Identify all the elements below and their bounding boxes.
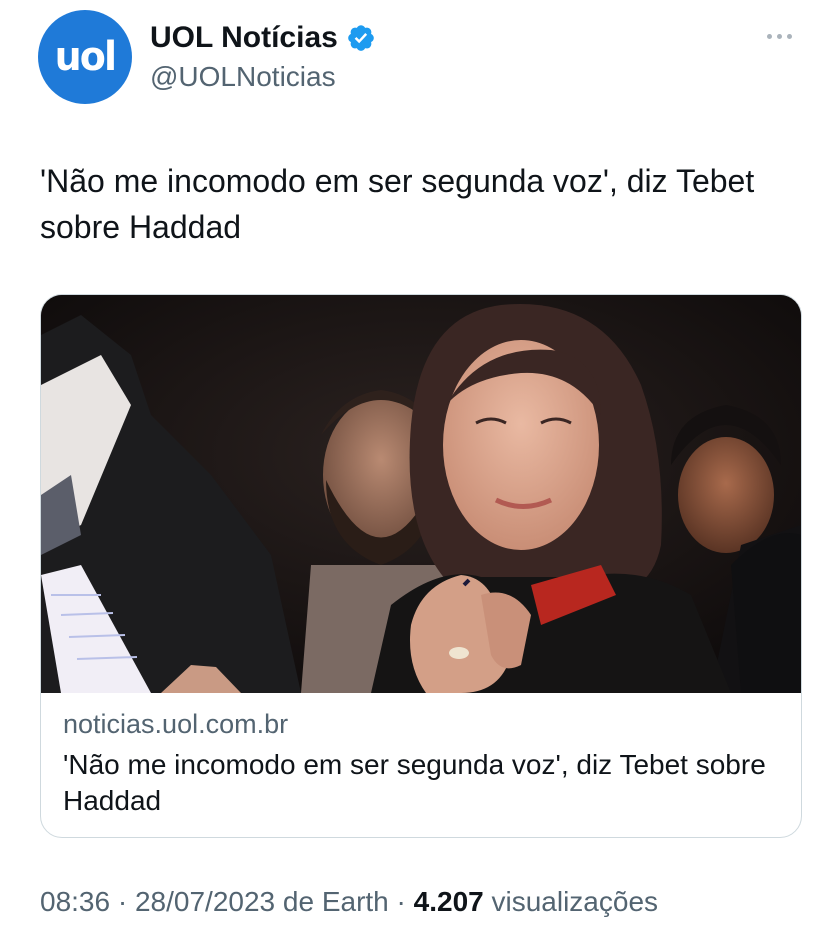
dot — [766, 33, 772, 39]
card-title: 'Não me incomodo em ser segunda voz', di… — [63, 749, 766, 816]
card-image[interactable] — [41, 295, 801, 693]
uol-logo: uol — [54, 34, 117, 80]
link-card[interactable]: noticias.uol.com.br 'Não me incomodo em … — [40, 294, 802, 838]
news-photo — [41, 295, 801, 693]
author-name-row[interactable]: UOL Notícias — [150, 20, 376, 56]
more-dots-icon[interactable] — [759, 24, 799, 48]
separator: · — [396, 886, 414, 917]
separator: · — [117, 886, 135, 917]
card-domain: noticias.uol.com.br — [63, 709, 289, 739]
dot — [786, 33, 792, 39]
tweet-source: de Earth — [282, 886, 389, 917]
author-handle[interactable]: @UOLNoticias — [150, 60, 336, 94]
tweet-text: 'Não me incomodo em ser segunda voz', di… — [40, 163, 755, 245]
avatar[interactable]: uol — [38, 10, 132, 104]
tweet-time[interactable]: 08:36 — [40, 886, 110, 917]
tweet-meta: 08:36 · 28/07/2023 de Earth · 4.207 visu… — [40, 884, 658, 920]
author-name[interactable]: UOL Notícias — [150, 20, 338, 56]
tweet: uol UOL Notícias @UOLNoticias 'Não me in… — [0, 0, 827, 926]
views-count[interactable]: 4.207 — [414, 886, 484, 917]
dot — [776, 33, 782, 39]
verified-badge-icon — [348, 25, 374, 51]
views-label: visualizações — [491, 886, 659, 917]
tweet-date[interactable]: 28/07/2023 — [135, 886, 275, 917]
